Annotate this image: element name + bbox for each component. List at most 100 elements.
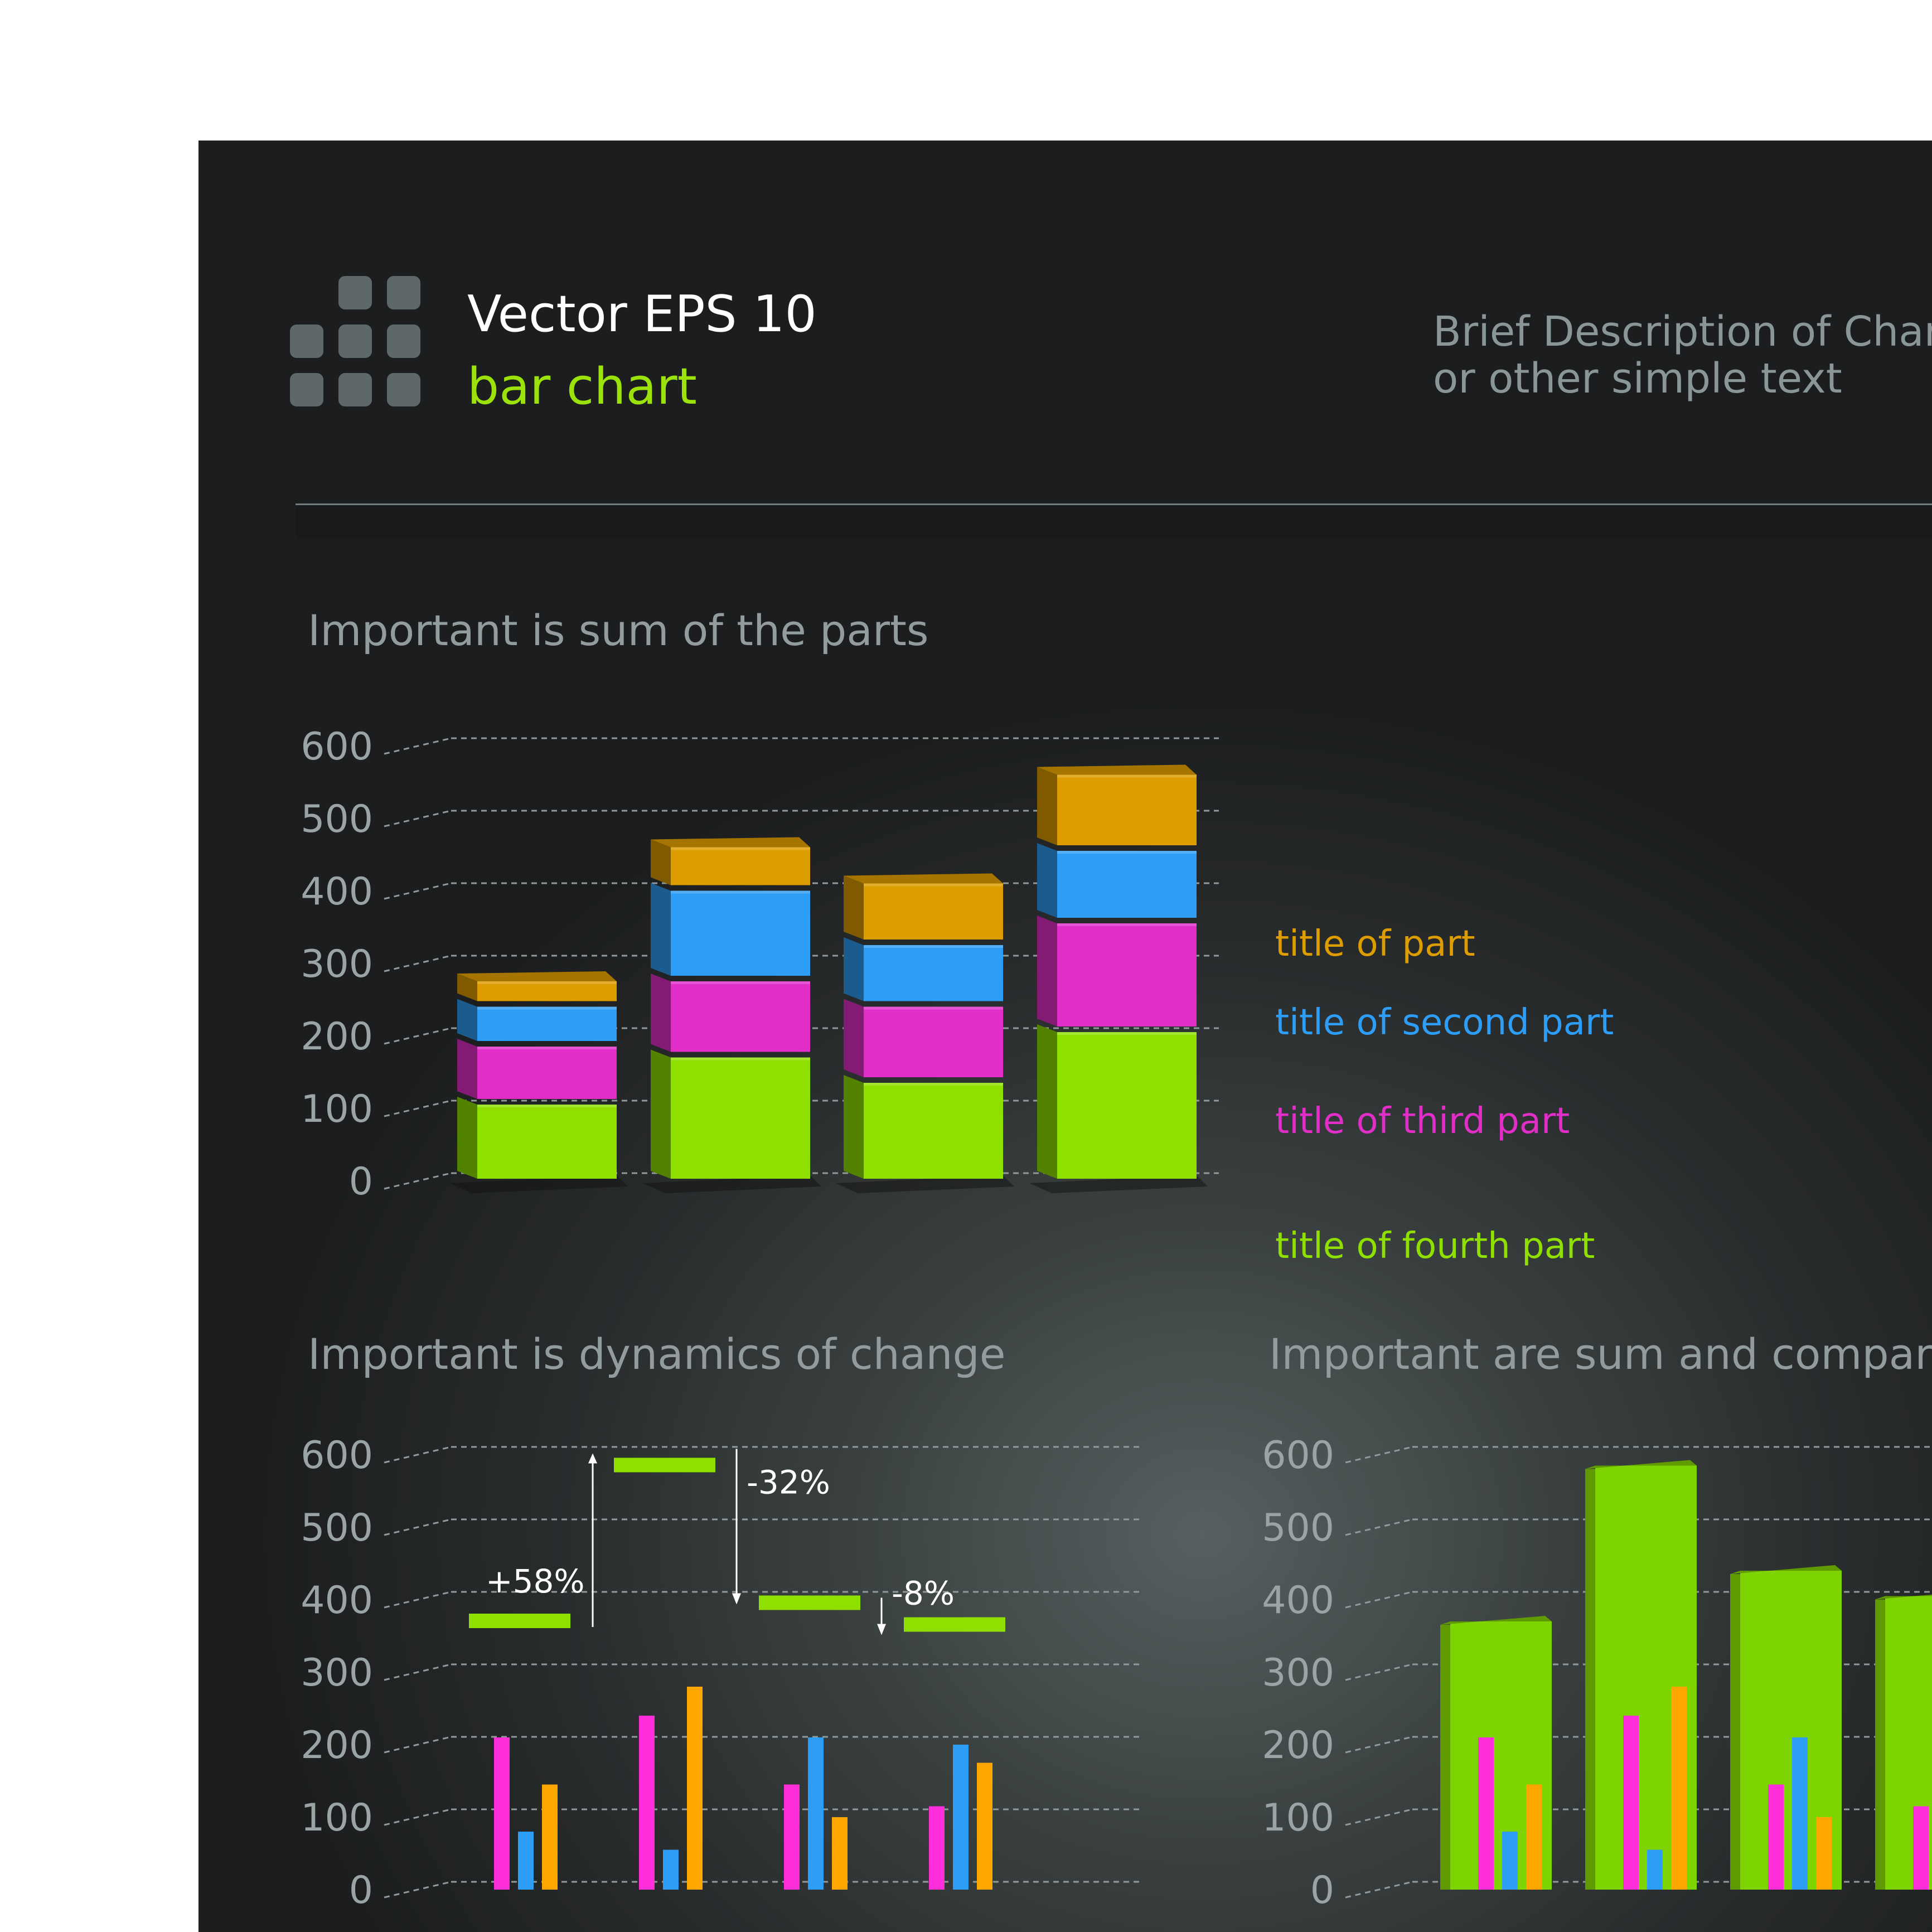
bar-segment-side: [651, 1049, 671, 1179]
chart3-grid-diag: [1345, 1518, 1413, 1536]
bar-segment: [864, 1006, 1003, 1077]
bar-highlight: [477, 1105, 617, 1107]
bar-highlight: [671, 981, 810, 984]
bar-segment: [671, 1057, 810, 1179]
chart3-ytick-label: 400: [1262, 1578, 1334, 1623]
bar-segment: [1057, 851, 1197, 918]
description-line-1: Brief Description of Chart: [1433, 308, 1932, 356]
bar-segment: [1057, 923, 1197, 1026]
small-bar: [784, 1784, 800, 1890]
chart1-grid-diag: [384, 882, 452, 900]
total-bar-side: [1585, 1469, 1595, 1890]
chart2-grid-diag: [384, 1518, 452, 1536]
bar-segment-side: [651, 974, 671, 1052]
bar-segment-side: [844, 1075, 864, 1179]
total-bar-side: [1440, 1625, 1450, 1890]
chart2-grid-diag: [384, 1663, 452, 1681]
chart1-grid-diag: [384, 955, 452, 972]
chart3-grid-diag: [1345, 1808, 1413, 1826]
total-marker: [469, 1614, 570, 1628]
chart1-ytick-label: 400: [301, 870, 373, 914]
bar-top: [457, 971, 617, 981]
chart1-grid-diag: [384, 737, 452, 755]
chart1-grid-diag: [384, 1027, 452, 1045]
chart3-grid-diag: [1345, 1881, 1413, 1899]
small-bar: [1768, 1784, 1784, 1890]
total-marker: [759, 1595, 860, 1610]
bar-segment-side: [844, 999, 864, 1077]
bar-segment: [1057, 1032, 1197, 1179]
legend-label: title of second part: [1275, 1002, 1614, 1043]
total-marker: [614, 1458, 715, 1473]
chart3-grid-diag: [1345, 1591, 1413, 1609]
chart2-ytick-label: 300: [301, 1651, 373, 1695]
bar-segment: [477, 1006, 617, 1041]
chart3-title: Important are sum and compare: [1269, 1329, 1932, 1379]
small-bar: [518, 1832, 534, 1890]
bar-segment-side: [651, 883, 671, 976]
bar-highlight: [864, 1083, 1003, 1086]
change-label: +58%: [486, 1562, 585, 1600]
chart1-title: Important is sum of the parts: [308, 606, 929, 655]
bar-segment: [671, 847, 810, 885]
logo: [290, 276, 420, 406]
bar-segment: [671, 890, 810, 976]
bar-segment: [477, 981, 617, 1001]
infographic-canvas: Vector EPS 10 bar chart Brief Descriptio…: [290, 276, 1932, 1912]
chart3-ytick-label: 600: [1262, 1434, 1334, 1478]
chart3-compare: 600 500 400 300 200 100 0: [1262, 1434, 1932, 1912]
bar-segment: [477, 1105, 617, 1179]
total-bar-side: [1730, 1574, 1740, 1890]
chart1-grid-diag: [384, 1100, 452, 1117]
small-bar: [687, 1687, 703, 1890]
bar-highlight: [477, 1047, 617, 1049]
bar-top: [1037, 764, 1197, 775]
small-bar: [494, 1737, 510, 1890]
change-label: -32%: [747, 1464, 830, 1502]
chart1-ytick-label: 500: [301, 797, 373, 841]
bar-top: [651, 837, 810, 848]
bar-segment-side: [1037, 843, 1057, 918]
small-bar: [1816, 1817, 1832, 1890]
chart3-ytick-label: 200: [1262, 1723, 1334, 1768]
small-bar: [1526, 1784, 1542, 1890]
chart1-stacked-bars: 600 500 400 300 200 100 0 title of part title of…: [301, 725, 1614, 1267]
bar-segment-side: [1037, 767, 1057, 845]
small-bar: [808, 1737, 824, 1890]
header-divider: [296, 503, 1932, 505]
chart1-ytick-label: 200: [301, 1015, 373, 1059]
small-bar: [1478, 1737, 1494, 1890]
bar-highlight: [671, 847, 810, 850]
bar-segment-side: [651, 839, 671, 885]
bar-highlight: [671, 890, 810, 894]
grid-squares-icon: [290, 276, 420, 406]
bar-segment: [864, 945, 1003, 1001]
legend-label: title of part: [1275, 923, 1475, 965]
bar-segment: [477, 1047, 617, 1099]
arrow-head: [877, 1624, 886, 1635]
bar-highlight: [864, 883, 1003, 887]
chart1-ytick-label: 300: [301, 942, 373, 986]
chart2-grid-diag: [384, 1591, 452, 1609]
bar-segment: [671, 981, 810, 1052]
legend-label: title of fourth part: [1275, 1226, 1595, 1267]
chart2-ytick-label: 600: [301, 1434, 373, 1478]
bar-segment-side: [844, 937, 864, 1001]
bar-top: [844, 873, 1003, 884]
small-bar: [1647, 1849, 1663, 1890]
chart1-grid-diag: [384, 810, 452, 827]
total-marker: [904, 1617, 1005, 1632]
chart2-ytick-label: 0: [349, 1868, 373, 1912]
bar-segment-side: [457, 999, 477, 1041]
chart2-title: Important is dynamics of change: [308, 1329, 1006, 1379]
small-bar: [639, 1716, 655, 1890]
change-label: -8%: [892, 1575, 955, 1613]
chart2-dynamics: 600 500 400 300 200 100 0 +58% -32% -8%: [301, 1434, 1141, 1912]
chart3-ytick-label: 100: [1262, 1796, 1334, 1840]
bar-segment: [864, 883, 1003, 940]
total-bar-side: [1875, 1599, 1885, 1890]
small-bar: [542, 1784, 558, 1890]
bar-highlight: [1057, 923, 1197, 926]
chart2-ytick-label: 500: [301, 1506, 373, 1550]
chart1-ytick-label: 100: [301, 1087, 373, 1131]
